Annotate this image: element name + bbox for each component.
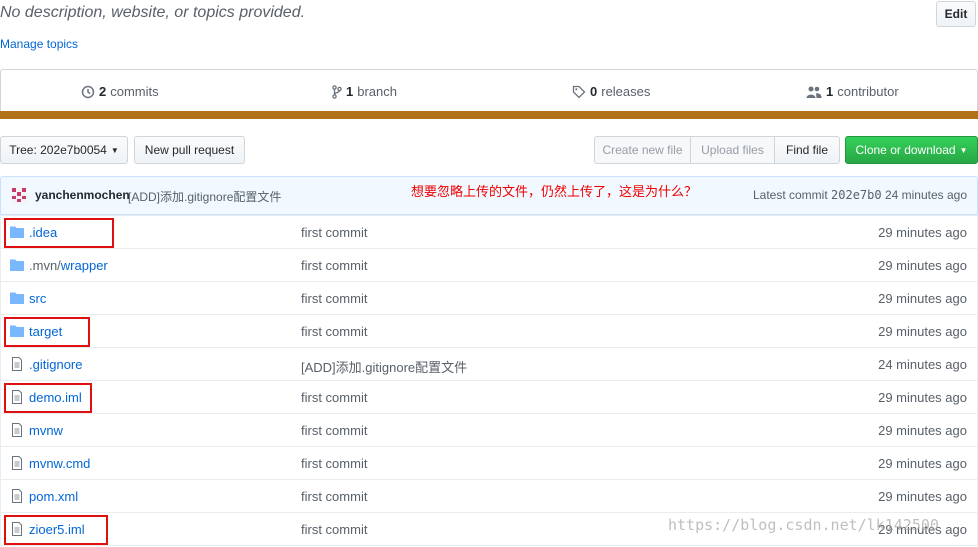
- latest-commit-label: Latest commit: [752, 188, 828, 202]
- table-row: .gitignore [ADD]添加.gitignore配置文件 24 minute…: [1, 347, 977, 380]
- releases-count: 0: [590, 84, 598, 99]
- file-commit-message[interactable]: first commit: [301, 390, 367, 405]
- file-age: 29 minutes ago: [878, 456, 967, 471]
- file-name: wrapper: [60, 258, 108, 273]
- file-name-link[interactable]: mvnw.cmd: [29, 456, 90, 471]
- avatar[interactable]: [11, 187, 27, 203]
- file-age: 29 minutes ago: [878, 390, 967, 405]
- commit-author[interactable]: yanchenmochen: [35, 188, 130, 202]
- releases-link[interactable]: 0 releases: [572, 84, 650, 99]
- red-annotation: 想要忽略上传的文件，仍然上传了，这是为什么？: [411, 184, 698, 199]
- red-highlight-box: [4, 218, 114, 248]
- upload-files-button[interactable]: Upload files: [690, 136, 775, 164]
- file-name-link[interactable]: .gitignore: [29, 357, 82, 372]
- file-commit-message[interactable]: first commit: [301, 522, 367, 537]
- file-name: mvnw.cmd: [29, 456, 91, 471]
- file-icon: [12, 456, 22, 470]
- file-commit-message[interactable]: first commit: [301, 423, 367, 438]
- file-name: .gitignore: [29, 357, 83, 372]
- file-name-link[interactable]: pom.xml: [29, 489, 78, 504]
- file-name-link[interactable]: mvnw: [29, 423, 63, 438]
- latest-commit-bar: yanchenmochen [ADD]添加.gitignore配置文件 想要忽略…: [0, 176, 978, 215]
- red-highlight-box: [4, 317, 90, 347]
- file-commit-message[interactable]: first commit: [301, 225, 367, 240]
- table-row: .idea first commit 29 minutes ago: [1, 215, 977, 248]
- branches-link[interactable]: 1 branch: [332, 84, 397, 99]
- folder-icon: [10, 292, 24, 304]
- file-name: mvnw: [29, 423, 63, 438]
- commits-count: 2: [99, 84, 107, 99]
- file-commit-message[interactable]: [ADD]添加.gitignore配置文件: [301, 357, 467, 376]
- table-row: mvnw first commit 29 minutes ago: [1, 413, 977, 446]
- branch-select-label: Tree: 202e7b0054: [9, 143, 107, 157]
- red-highlight-box: [4, 383, 92, 413]
- file-age: 29 minutes ago: [878, 324, 967, 339]
- branch-icon: [332, 84, 342, 99]
- file-age: 24 minutes ago: [878, 357, 967, 372]
- file-name-prefix: .mvn/: [29, 258, 61, 273]
- table-row: mvnw.cmd first commit 29 minutes ago: [1, 446, 977, 479]
- clone-or-download-label: Clone or download: [855, 143, 956, 157]
- folder-icon: [10, 259, 24, 271]
- manage-topics-link[interactable]: Manage topics: [0, 37, 78, 51]
- dropdown-caret-icon: ▼: [959, 145, 968, 155]
- latest-commit-info: Latest commit 202e7b0 24 minutes ago: [753, 188, 967, 202]
- watermark: https://blog.csdn.net/lk142500: [668, 516, 939, 534]
- table-row: .mvn/wrapper first commit 29 minutes ago: [1, 248, 977, 281]
- commits-label: commits: [110, 84, 159, 99]
- dropdown-caret-icon: ▼: [110, 145, 119, 155]
- contributors-link[interactable]: 1 contributor: [806, 84, 899, 99]
- table-row: src first commit 29 minutes ago: [1, 281, 977, 314]
- file-commit-message[interactable]: first commit: [301, 291, 367, 306]
- branches-label: branch: [357, 84, 397, 99]
- file-commit-message[interactable]: first commit: [301, 258, 367, 273]
- contributors-label: contributor: [837, 84, 899, 99]
- red-highlight-box: [4, 515, 108, 545]
- file-name: pom.xml: [29, 489, 79, 504]
- commit-sha[interactable]: 202e7b0: [831, 188, 882, 202]
- file-age: 29 minutes ago: [878, 291, 967, 306]
- file-icon: [12, 423, 22, 437]
- file-age: 29 minutes ago: [878, 225, 967, 240]
- contributors-count: 1: [826, 84, 834, 99]
- file-commit-message[interactable]: first commit: [301, 456, 367, 471]
- branch-select-button[interactable]: Tree: 202e7b0054 ▼: [0, 136, 128, 164]
- language-bar[interactable]: [0, 111, 978, 119]
- file-icon: [12, 357, 22, 371]
- new-pull-request-button[interactable]: New pull request: [134, 136, 245, 164]
- tag-icon: [572, 85, 586, 98]
- file-commit-message[interactable]: first commit: [301, 324, 367, 339]
- file-age: 29 minutes ago: [878, 423, 967, 438]
- find-file-button[interactable]: Find file: [774, 136, 840, 164]
- file-age: 29 minutes ago: [878, 489, 967, 504]
- file-list: .idea first commit 29 minutes ago .mvn/wrap…: [0, 215, 978, 546]
- commits-link[interactable]: 2 commits: [81, 84, 159, 99]
- table-row: demo.iml first commit 29 minutes ago: [1, 380, 977, 413]
- commit-message[interactable]: [ADD]添加.gitignore配置文件: [128, 188, 281, 205]
- file-name-link[interactable]: .mvn/wrapper: [29, 258, 108, 273]
- file-name-link[interactable]: src: [29, 291, 46, 306]
- clone-or-download-button[interactable]: Clone or download ▼: [845, 136, 978, 164]
- create-new-file-button[interactable]: Create new file: [594, 136, 691, 164]
- history-icon: [81, 85, 95, 98]
- file-name: src: [29, 291, 47, 306]
- branches-count: 1: [346, 84, 354, 99]
- commit-time: 24 minutes ago: [884, 188, 967, 202]
- table-row: pom.xml first commit 29 minutes ago: [1, 479, 977, 512]
- file-icon: [12, 489, 22, 503]
- releases-label: releases: [601, 84, 651, 99]
- table-row: target first commit 29 minutes ago: [1, 314, 977, 347]
- edit-button[interactable]: Edit: [936, 1, 976, 27]
- people-icon: [806, 86, 822, 98]
- file-age: 29 minutes ago: [878, 258, 967, 273]
- repo-description: No description, website, or topics provi…: [0, 4, 306, 21]
- file-commit-message[interactable]: first commit: [301, 489, 367, 504]
